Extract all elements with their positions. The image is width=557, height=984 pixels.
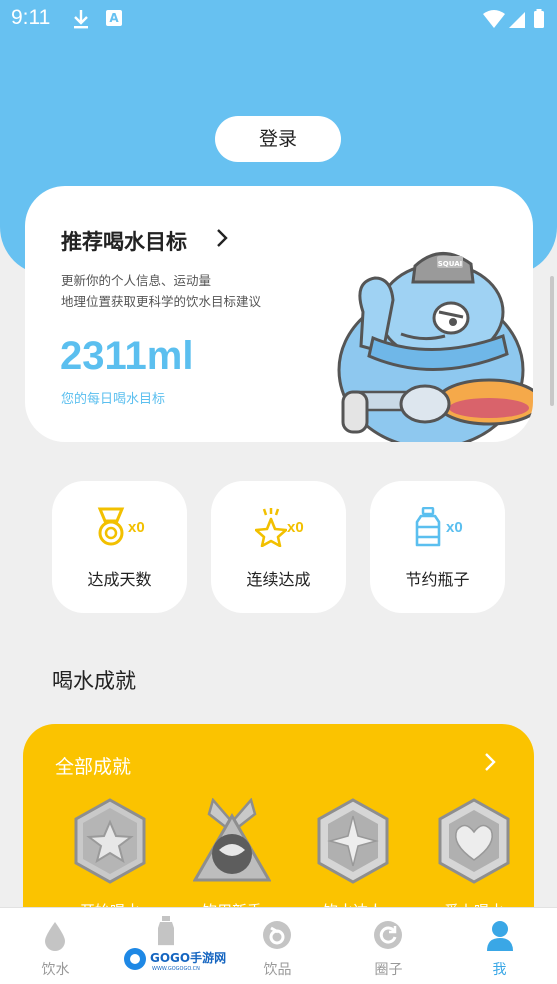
scrollbar[interactable] xyxy=(550,276,554,406)
recommend-title[interactable]: 推荐喝水目标 xyxy=(61,226,187,256)
stat-consecutive[interactable]: x0 连续达成 xyxy=(211,481,346,613)
bottle-icon xyxy=(415,507,441,547)
drink-icon xyxy=(263,921,291,949)
stat-label: 达成天数 xyxy=(87,570,152,589)
tab-me[interactable]: 我 xyxy=(444,908,555,984)
water-drop-icon xyxy=(45,922,65,951)
signal-battery-icon xyxy=(483,9,544,28)
mascot-cap-text: SQUAI xyxy=(438,260,462,268)
recommend-goal-card[interactable]: 推荐喝水目标 更新你的个人信息、运动量 地理位置获取更科学的饮水目标建议 231… xyxy=(25,186,533,442)
heart-badge-icon xyxy=(438,798,510,884)
stat-achieved-days[interactable]: x0 达成天数 xyxy=(52,481,187,613)
status-time: 9:11 xyxy=(11,6,51,29)
font-icon: A xyxy=(106,10,122,26)
tab-label: 饮水 xyxy=(41,962,70,978)
tab-drinks[interactable]: 饮品 xyxy=(222,908,333,984)
download-icon xyxy=(74,10,88,29)
tab-water[interactable]: 饮水 xyxy=(0,908,111,984)
recommend-desc-line2: 地理位置获取更科学的饮水目标建议 xyxy=(61,294,262,309)
watermark-logo: GOGO手游网 WWW.GOGOGO.CN xyxy=(122,945,234,973)
compass-badge-icon xyxy=(317,798,389,884)
circle-refresh-icon xyxy=(374,921,402,949)
medal-icon xyxy=(97,507,125,546)
daily-target-caption: 您的每日喝水目标 xyxy=(61,392,166,407)
tab-label: 我 xyxy=(492,962,507,978)
recommend-desc-line1: 更新你的个人信息、运动量 xyxy=(61,273,212,288)
daily-target-value: 2311ml xyxy=(60,334,194,378)
bottle-tab-icon xyxy=(158,916,174,946)
login-button[interactable]: 登录 xyxy=(215,116,341,162)
user-icon xyxy=(487,921,513,951)
status-bar: 9:11 A xyxy=(0,0,557,40)
tab-label: 圈子 xyxy=(374,962,403,978)
tab-label: 饮品 xyxy=(263,962,292,978)
stat-count: x0 xyxy=(287,519,304,536)
star-badge-icon xyxy=(74,798,146,884)
stat-saved-bottles[interactable]: x0 节约瓶子 xyxy=(370,481,505,613)
stat-count: x0 xyxy=(446,519,463,536)
mascot-illustration: SQUAI xyxy=(337,252,533,442)
chevron-right-icon[interactable] xyxy=(215,228,229,248)
stat-label: 连续达成 xyxy=(246,570,311,589)
stat-label: 节约瓶子 xyxy=(405,570,470,589)
achievements-section-title: 喝水成就 xyxy=(52,669,136,693)
all-achievements-title[interactable]: 全部成就 xyxy=(55,752,131,779)
chevron-right-icon[interactable] xyxy=(483,752,497,772)
bottom-tab-bar: 饮水 饮品 圈子 我 xyxy=(0,907,557,984)
tab-circle[interactable]: 圈子 xyxy=(333,908,444,984)
star-icon xyxy=(255,508,287,547)
mask-badge-icon xyxy=(193,798,271,882)
watermark-text: GOGO手游网 xyxy=(150,950,226,965)
watermark-subtext: WWW.GOGOGO.CN xyxy=(152,966,200,972)
stat-count: x0 xyxy=(128,519,145,536)
